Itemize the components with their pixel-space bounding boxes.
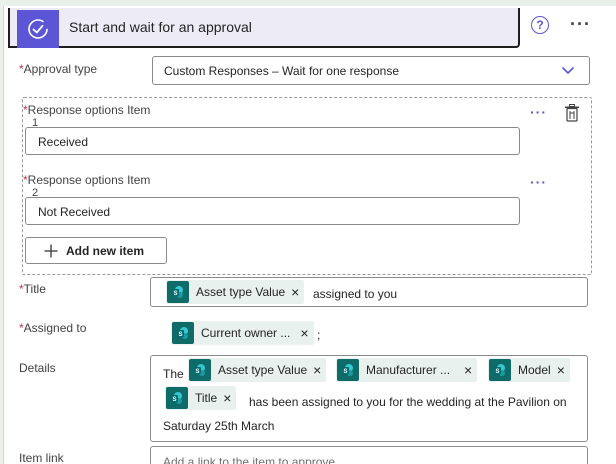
token-label: Title — [195, 391, 218, 405]
dismiss-icon[interactable]: × — [300, 325, 308, 341]
assigned-to-input[interactable]: S Current owner ... × ; — [150, 315, 588, 347]
response-item-1-input[interactable]: Received — [25, 127, 520, 155]
more-options-icon[interactable]: ··· — [570, 14, 591, 35]
sharepoint-icon: S — [189, 359, 211, 381]
title-input[interactable]: S Asset type Value × assigned to you — [150, 277, 588, 307]
dismiss-icon[interactable]: × — [313, 362, 321, 378]
title-label-text: Title — [23, 282, 46, 296]
add-new-item-label: Add new item — [66, 243, 145, 258]
plus-icon — [44, 244, 58, 257]
approval-type-dropdown[interactable]: Custom Responses – Wait for one response — [152, 56, 590, 85]
sharepoint-icon: S — [167, 281, 189, 303]
response-item-2-label: *Response options Item 2 — [23, 174, 150, 199]
action-card: Start and wait for an approval ? ··· *Ap… — [3, 6, 616, 464]
approval-type-label: *Approval type — [19, 62, 97, 76]
dismiss-icon[interactable]: × — [557, 362, 565, 378]
approval-check-icon — [17, 10, 59, 48]
details-input[interactable]: The S Asset type Value × S Manufacturer … — [150, 355, 588, 442]
action-header-bar[interactable]: Start and wait for an approval — [8, 8, 520, 48]
dynamic-token[interactable]: S Model × — [488, 358, 570, 382]
sharepoint-icon: S — [172, 322, 194, 344]
assigned-to-label-text: Assigned to — [23, 321, 87, 335]
token-label: Manufacturer ... — [366, 363, 451, 377]
chevron-down-icon — [561, 66, 575, 75]
title-label: *Title — [19, 282, 46, 296]
assigned-to-suffix-text: ; — [317, 328, 321, 342]
token-label: Current owner ... — [201, 326, 291, 340]
response-item-2-label-text: Response options Item — [27, 173, 151, 187]
add-new-item-button[interactable]: Add new item — [25, 237, 167, 264]
approval-type-label-text: Approval type — [23, 62, 98, 76]
dismiss-icon[interactable]: × — [291, 284, 299, 300]
dynamic-token[interactable]: S Asset type Value × — [188, 358, 327, 382]
dynamic-token[interactable]: S Current owner ... × — [171, 321, 314, 345]
dynamic-token[interactable]: S Manufacturer ... × — [336, 358, 478, 382]
delete-icon[interactable] — [564, 104, 580, 122]
action-title: Start and wait for an approval — [69, 19, 252, 35]
sharepoint-icon: S — [337, 359, 359, 381]
svg-text:S: S — [343, 369, 347, 375]
dismiss-icon[interactable]: × — [464, 362, 472, 378]
sharepoint-icon: S — [489, 359, 511, 381]
token-label: Model — [518, 363, 551, 377]
item-link-input[interactable]: Add a link to the item to approve — [150, 446, 588, 464]
assigned-to-label: *Assigned to — [19, 321, 86, 335]
details-body-text: has been assigned to you for the wedding… — [249, 395, 567, 409]
svg-text:S: S — [178, 332, 182, 338]
details-body-text-line3: Saturday 25th March — [163, 419, 275, 433]
sharepoint-icon: S — [166, 387, 188, 409]
svg-text:S: S — [172, 397, 176, 403]
dynamic-token[interactable]: S Asset type Value × — [166, 280, 305, 304]
details-prefix-text: The — [163, 367, 184, 381]
svg-text:S: S — [195, 369, 199, 375]
dynamic-token[interactable]: S Title × — [165, 386, 237, 410]
action-header[interactable]: Start and wait for an approval ? ··· — [4, 6, 616, 48]
item-link-label: Item link — [19, 451, 64, 464]
title-suffix-text: assigned to you — [313, 287, 398, 301]
svg-text:S: S — [173, 291, 177, 297]
approval-type-value: Custom Responses – Wait for one response — [164, 64, 400, 78]
token-label: Asset type Value — [218, 363, 308, 377]
svg-text:S: S — [495, 369, 499, 375]
details-label: Details — [19, 361, 56, 375]
help-circle-icon[interactable]: ? — [531, 16, 549, 34]
response-item-1-label-text: Response options Item — [27, 103, 151, 117]
response-item-1-value: Received — [38, 135, 89, 149]
dismiss-icon[interactable]: × — [223, 390, 231, 406]
response-item-1-menu[interactable]: ··· — [530, 104, 547, 120]
response-item-2-value: Not Received — [38, 205, 111, 219]
token-label: Asset type Value — [196, 285, 286, 299]
response-item-1-label: *Response options Item 1 — [23, 104, 150, 129]
item-link-placeholder: Add a link to the item to approve — [163, 455, 336, 464]
response-item-2-menu[interactable]: ··· — [530, 174, 547, 190]
response-item-2-input[interactable]: Not Received — [25, 197, 520, 225]
